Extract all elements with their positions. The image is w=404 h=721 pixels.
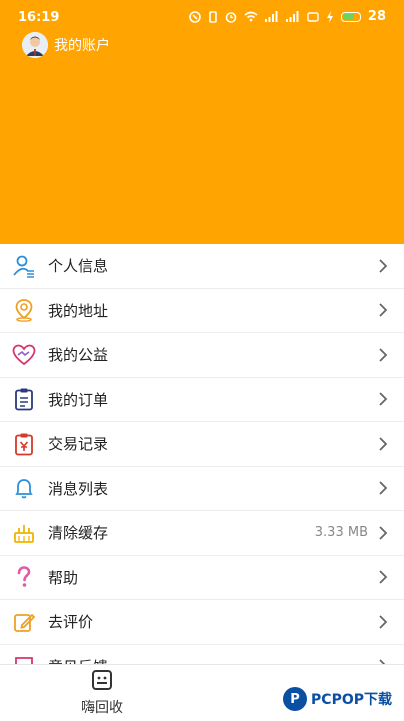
menu-label-help: 帮助 xyxy=(48,568,79,587)
avatar[interactable] xyxy=(22,32,48,58)
menu-label-my-orders: 我的订单 xyxy=(48,390,109,409)
my-account[interactable]: 我的账户 xyxy=(22,32,110,58)
location-pin-icon xyxy=(12,298,36,323)
alarm-icon xyxy=(225,11,237,23)
bottom-tab-bar: 嗨回收 P PCPOP下载 xyxy=(0,664,404,721)
chevron-right-icon xyxy=(379,348,388,362)
chevron-right-icon xyxy=(379,615,388,629)
edit-icon xyxy=(12,610,36,634)
battery-level: 28 xyxy=(367,9,386,24)
menu-label-my-address: 我的地址 xyxy=(48,301,109,320)
avatar-icon xyxy=(22,32,48,58)
question-icon xyxy=(12,565,36,589)
chevron-right-icon xyxy=(379,526,388,540)
menu-item-my-orders[interactable]: 我的订单 xyxy=(0,378,404,422)
profile-header: 16:19 28 我的账户 xyxy=(0,0,404,244)
chevron-right-icon xyxy=(379,303,388,317)
feedback-icon xyxy=(12,654,36,664)
tab-recycle-label: 嗨回收 xyxy=(81,700,123,716)
menu-label-clear-cache: 清除缓存 xyxy=(48,524,109,543)
clipboard-icon xyxy=(12,387,36,411)
cache-size: 3.33 MB xyxy=(314,525,368,541)
receipt-icon xyxy=(12,432,36,456)
status-bar: 16:19 28 xyxy=(0,0,404,36)
menu-label-personal-info: 个人信息 xyxy=(48,257,109,276)
signal-icon xyxy=(264,11,278,22)
chevron-right-icon xyxy=(379,437,388,451)
menu-label-feedback: 意见反馈 xyxy=(48,656,378,664)
menu-list: 个人信息 我的地址 我的公益 我的订单 交易记录 消息列表 清除缓存 3.33 … xyxy=(0,244,404,664)
menu-item-clear-cache[interactable]: 清除缓存 3.33 MB xyxy=(0,511,404,556)
chevron-right-icon xyxy=(379,570,388,584)
watermark-logo: P PCPOP下载 xyxy=(283,687,392,711)
user-icon xyxy=(12,254,36,278)
chevron-right-icon xyxy=(379,481,388,495)
menu-label-message-list: 消息列表 xyxy=(48,479,109,498)
watermark-p-icon: P xyxy=(283,687,308,711)
menu-item-rate[interactable]: 去评价 xyxy=(0,600,404,645)
hd-icon xyxy=(307,11,319,22)
heart-hands-icon xyxy=(12,343,36,367)
battery-icon xyxy=(340,11,361,22)
menu-label-transaction-records: 交易记录 xyxy=(48,435,109,454)
status-icons: 28 xyxy=(189,9,386,24)
menu-item-my-charity[interactable]: 我的公益 xyxy=(0,333,404,378)
menu-item-help[interactable]: 帮助 xyxy=(0,556,404,600)
nfc-icon xyxy=(189,10,201,23)
tab-recycle[interactable]: 嗨回收 xyxy=(62,669,142,717)
chevron-right-icon xyxy=(379,392,388,406)
status-time: 16:19 xyxy=(18,10,60,25)
menu-item-feedback[interactable]: 意见反馈 xyxy=(0,645,404,664)
signal-2-icon xyxy=(285,11,299,22)
broom-icon xyxy=(12,521,36,545)
robot-box-icon xyxy=(92,670,112,690)
watermark-text: PCPOP下载 xyxy=(311,692,392,708)
vibrate-icon xyxy=(209,10,217,23)
wifi-icon xyxy=(244,11,258,22)
menu-item-personal-info[interactable]: 个人信息 xyxy=(0,244,404,289)
menu-item-my-address[interactable]: 我的地址 xyxy=(0,289,404,333)
account-label: 我的账户 xyxy=(54,38,110,54)
charging-icon xyxy=(326,10,333,23)
menu-label-rate: 去评价 xyxy=(48,613,94,632)
menu-item-transaction-records[interactable]: 交易记录 xyxy=(0,422,404,467)
bell-icon xyxy=(12,476,36,500)
chevron-right-icon xyxy=(379,259,388,273)
menu-label-my-charity: 我的公益 xyxy=(48,346,109,365)
menu-item-message-list[interactable]: 消息列表 xyxy=(0,467,404,511)
